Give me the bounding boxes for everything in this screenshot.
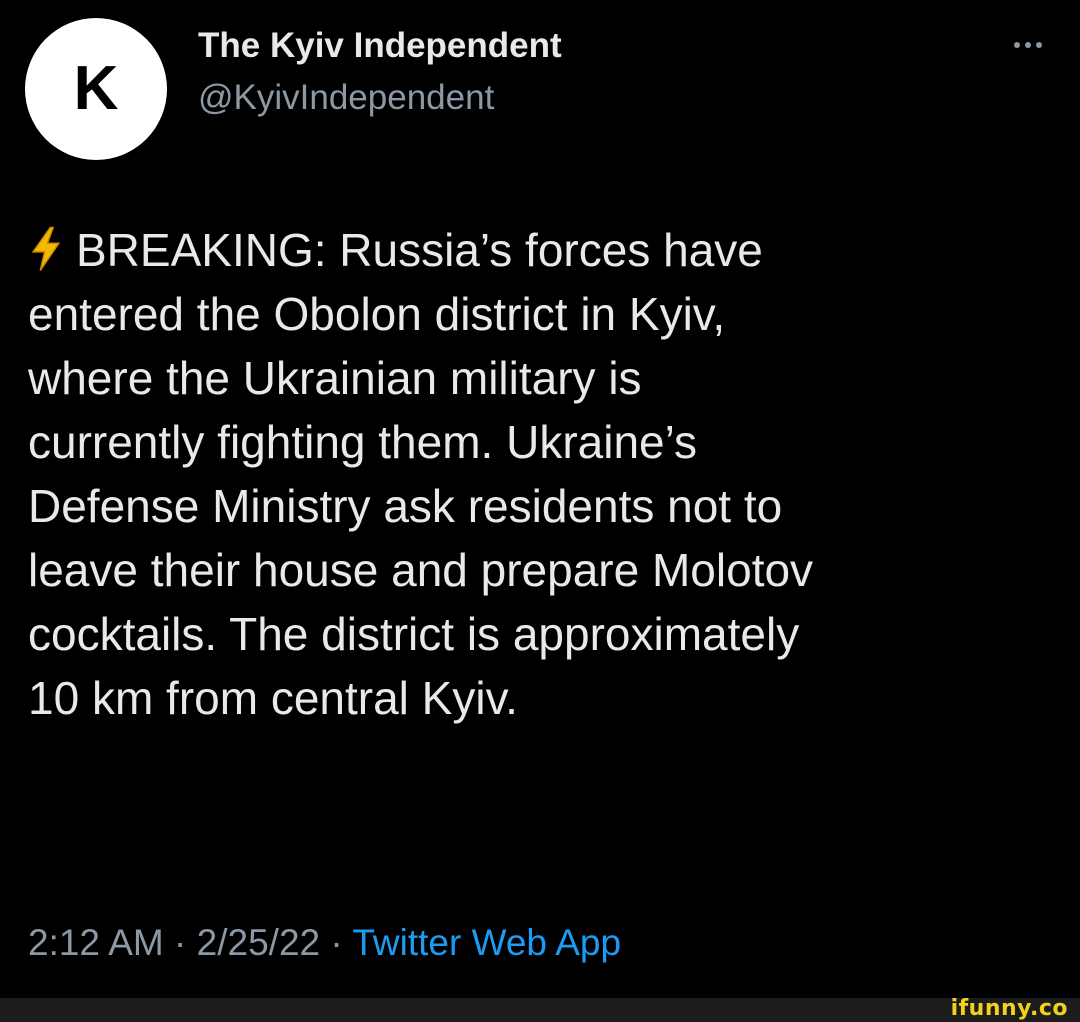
tweet-time[interactable]: 2:12 AM <box>28 922 164 963</box>
tweet-source-link[interactable]: Twitter Web App <box>352 922 621 963</box>
watermark-bar <box>0 998 1080 1022</box>
more-icon-dot <box>1025 42 1031 48</box>
ifunny-watermark: ifunny.co <box>950 996 1068 1021</box>
meta-separator: · <box>174 922 187 963</box>
meta-separator: · <box>330 922 343 963</box>
lightning-bolt-icon <box>31 226 61 271</box>
tweet-text: BREAKING: Russia’s forces have entered t… <box>28 218 1068 730</box>
avatar-letter: K <box>73 54 119 123</box>
tweet-text-content: BREAKING: Russia’s forces have entered t… <box>28 224 814 724</box>
display-name[interactable]: The Kyiv Independent <box>198 26 562 66</box>
tweet-date[interactable]: 2/25/22 <box>197 922 320 963</box>
more-horizontal-icon <box>1014 42 1020 48</box>
account-handle[interactable]: @KyivIndependent <box>198 78 494 118</box>
avatar[interactable]: K <box>25 18 167 160</box>
more-icon-dot <box>1036 42 1042 48</box>
more-options-button[interactable] <box>1003 30 1053 60</box>
tweet-meta: 2:12 AM · 2/25/22 · Twitter Web App <box>28 922 621 964</box>
